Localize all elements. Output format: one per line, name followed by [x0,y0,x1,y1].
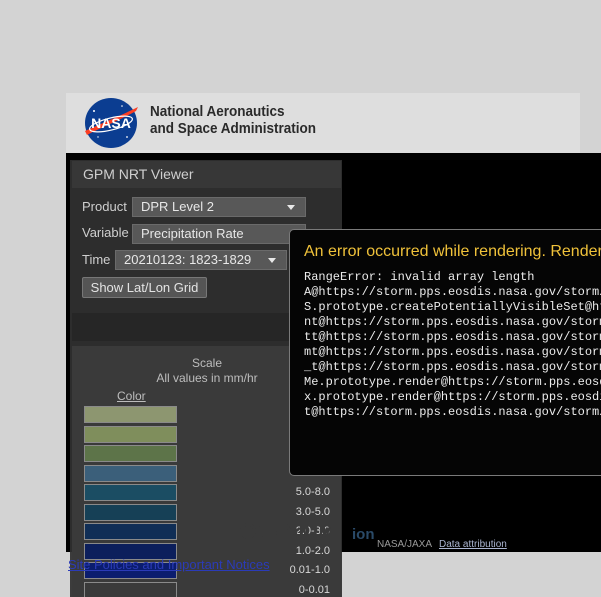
product-label: Product [82,199,127,214]
chevron-down-icon [287,205,295,210]
scale-range-label: 5.0-8.0 [295,486,330,498]
scale-swatch [84,484,177,501]
scale-swatch [84,406,177,423]
scale-swatch [84,445,177,462]
cesium-ion-text: ion [352,526,375,543]
cesium-text: CESIUM [258,521,335,542]
color-column-header[interactable]: Color [117,389,146,403]
time-select-value: 20210123: 1823-1829 [124,252,252,267]
nasa-logo-icon[interactable]: NASA [82,97,140,149]
render-error-dialog: An error occurred while rendering. Rende… [289,229,601,476]
cesium-logo[interactable]: CESIUM [240,521,335,543]
variable-select[interactable]: Precipitation Rate [132,224,306,244]
product-select-value: DPR Level 2 [141,199,214,214]
scale-range-label: 3.0-5.0 [295,506,330,518]
panel-title: GPM NRT Viewer [72,161,341,188]
scale-swatch [84,465,177,482]
agency-name: National Aeronautics and Space Administr… [150,103,316,137]
scale-swatch [84,582,177,597]
scale-range-label: 0-0.01 [298,584,330,596]
variable-label: Variable [82,225,129,240]
show-latlon-grid-button[interactable]: Show Lat/Lon Grid [82,277,207,298]
error-title: An error occurred while rendering. Rende… [304,243,601,260]
scale-range-label: 0.01-1.0 [289,564,330,576]
data-attribution-link[interactable]: Data attribution [439,539,507,550]
site-header [66,93,580,153]
agency-line-2: and Space Administration [150,120,317,137]
svg-text:NASA: NASA [91,115,131,131]
variable-select-value: Precipitation Rate [141,226,244,241]
attribution-text: NASA/JAXA [377,539,433,550]
scale-swatch [84,426,177,443]
scale-range-label: 1.0-2.0 [295,545,330,557]
product-select[interactable]: DPR Level 2 [132,197,306,217]
error-stacktrace: RangeError: invalid array length A@https… [304,270,601,419]
chevron-down-icon [268,258,276,263]
cesium-icon [240,523,256,539]
time-select[interactable]: 20210123: 1823-1829 [115,250,287,270]
site-policies-link[interactable]: Site Policies and Important Notices [68,557,270,572]
agency-line-1: National Aeronautics [150,103,285,120]
scale-swatch [84,504,177,521]
time-label: Time [82,252,111,267]
scale-swatch [84,523,177,540]
